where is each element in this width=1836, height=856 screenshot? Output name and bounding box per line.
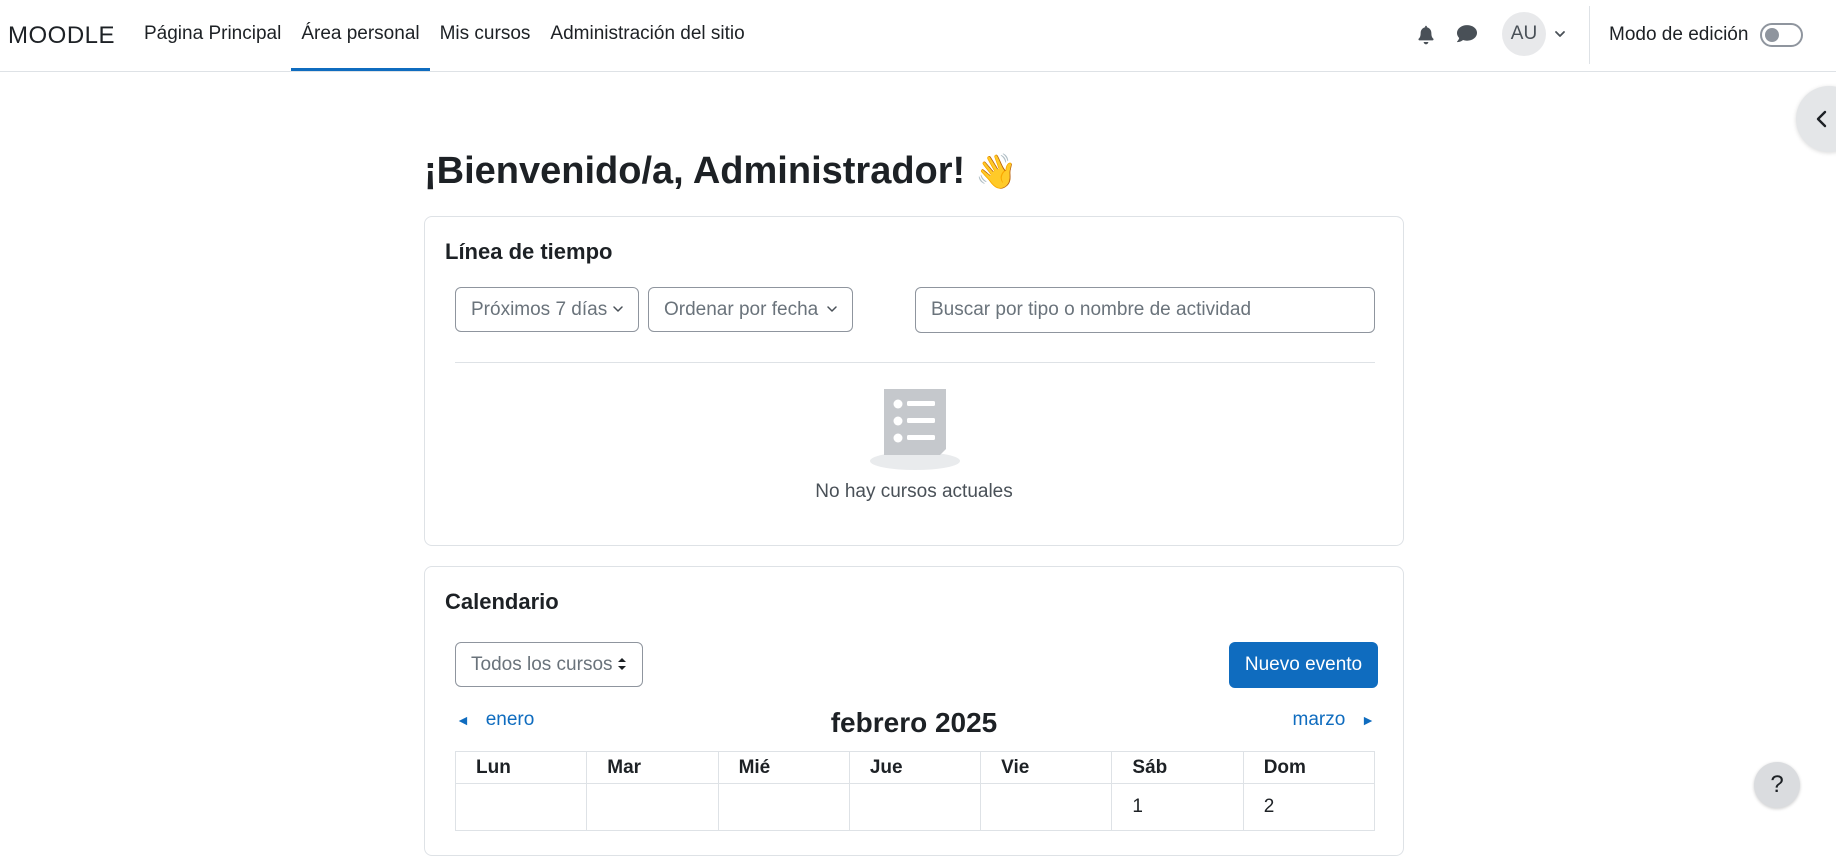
weekday-header: Sáb (1111, 751, 1244, 784)
primary-navigation: Página Principal Área personal Mis curso… (134, 0, 755, 71)
calendar-title: Calendario (445, 589, 559, 614)
empty-timeline-message: No hay cursos actuales (815, 481, 1013, 502)
new-event-button[interactable]: Nuevo evento (1229, 642, 1378, 688)
calendar-day-cell (586, 783, 719, 831)
welcome-text: ¡Bienvenido/a, Administrador! (424, 150, 966, 192)
course-filter-select[interactable]: Todos los cursos (455, 642, 643, 687)
wave-emoji: 👋 (975, 153, 1018, 191)
bell-icon[interactable] (1415, 23, 1437, 45)
page-title: ¡Bienvenido/a, Administrador! 👋 (424, 150, 1018, 193)
weekday-header: Lun (454, 751, 588, 784)
top-navbar: MOODLE Página Principal Área personal Mi… (0, 0, 1836, 72)
open-drawer-button[interactable] (1796, 86, 1836, 152)
timeline-sort-select[interactable]: Ordenar por fecha (648, 287, 853, 332)
calendar-day-cell (848, 783, 982, 831)
weekday-header: Jue (848, 751, 982, 784)
sort-label: Ordenar por fecha (664, 299, 819, 320)
nav-item-dashboard[interactable]: Área personal (291, 0, 430, 71)
timeline-search-input[interactable] (915, 287, 1375, 333)
list-placeholder-icon (870, 389, 960, 470)
chevron-down-icon[interactable] (1553, 27, 1567, 41)
nav-item-home[interactable]: Página Principal (134, 0, 291, 71)
nav-item-my-courses[interactable]: Mis cursos (430, 0, 541, 71)
next-month-link[interactable]: marzo ► (1293, 709, 1376, 731)
calendar-day-cell[interactable]: 2 (1242, 783, 1376, 831)
help-button[interactable]: ? (1754, 762, 1800, 808)
calendar-block: Calendario Todos los cursos Nuevo evento… (424, 566, 1404, 856)
timeline-title: Línea de tiempo (445, 239, 613, 264)
calendar-day-cell (454, 783, 588, 831)
timeline-day-filter[interactable]: Próximos 7 días (455, 287, 639, 332)
chevron-left-icon (1816, 110, 1827, 128)
weekday-header: Mar (586, 751, 719, 784)
weekday-header-row: Lun Mar Mié Jue Vie Sáb Dom (454, 751, 1376, 784)
weekday-header: Dom (1242, 751, 1376, 784)
chat-bubble-icon[interactable] (1455, 23, 1479, 45)
current-month-title: febrero 2025 (830, 707, 998, 738)
user-avatar[interactable]: AU (1502, 12, 1546, 56)
day-filter-label: Próximos 7 días (471, 299, 608, 320)
calendar-day-cell[interactable]: 1 (1111, 783, 1244, 831)
next-month-label: marzo (1292, 709, 1346, 730)
calendar-month-table: Lun Mar Mié Jue Vie Sáb Dom 1 2 (454, 751, 1376, 831)
arrow-right-icon: ► (1361, 712, 1375, 728)
edit-mode-toggle[interactable] (1760, 23, 1803, 47)
edit-mode-label: Modo de edición (1609, 24, 1749, 45)
timeline-block: Línea de tiempo Próximos 7 días Ordenar … (424, 216, 1404, 546)
weekday-header: Mié (717, 751, 850, 784)
chevron-down-icon (613, 306, 623, 312)
weekday-header: Vie (980, 751, 1113, 784)
nav-item-site-admin[interactable]: Administración del sitio (540, 0, 754, 71)
timeline-divider (455, 362, 1375, 363)
sort-arrows-icon (618, 658, 626, 670)
toggle-knob (1765, 28, 1779, 42)
navbar-divider (1589, 6, 1590, 64)
site-logo[interactable]: MOODLE (8, 0, 115, 71)
chevron-down-icon (827, 306, 837, 312)
calendar-day-cell (717, 783, 850, 831)
calendar-week-row: 1 2 (454, 783, 1376, 831)
calendar-day-cell (980, 783, 1113, 831)
course-filter-label: Todos los cursos (471, 654, 613, 675)
